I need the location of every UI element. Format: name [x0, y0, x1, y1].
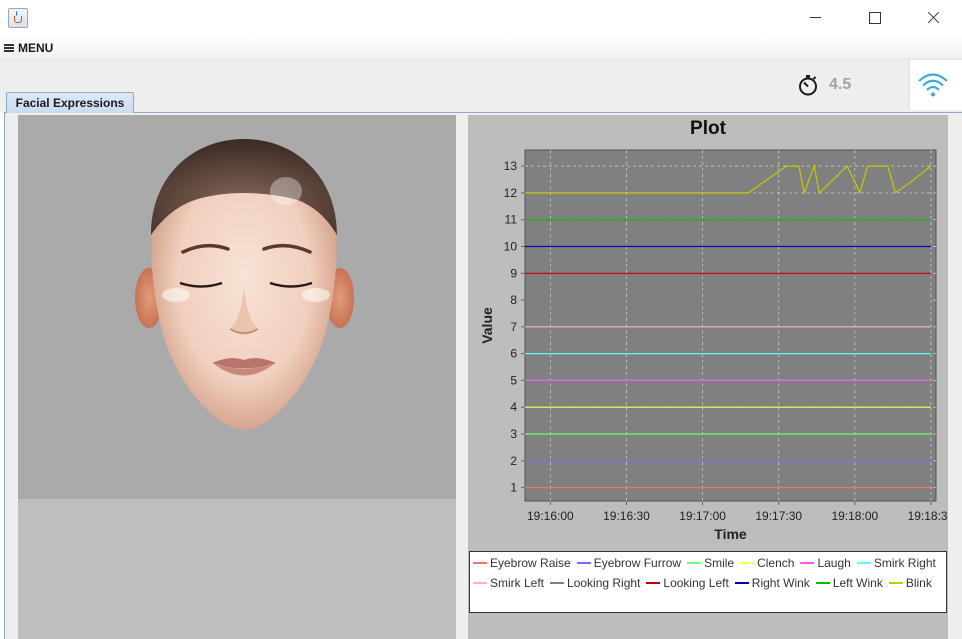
legend-swatch	[576, 562, 591, 564]
legend-label: Left Wink	[832, 576, 883, 590]
line-chart: 12345678910111213 19:16:00 19:16:30 19:17:…	[479, 149, 948, 542]
legend-label: Laugh	[817, 556, 851, 570]
legend-item: Smile	[687, 553, 734, 573]
legend-item: Looking Right	[550, 573, 640, 593]
wifi-icon	[918, 73, 948, 97]
legend-label: Right Wink	[751, 576, 810, 590]
legend-item: Left Wink	[815, 573, 883, 593]
legend-label: Blink	[905, 576, 932, 590]
x-tick-label: 19:18:30	[908, 509, 948, 523]
menu-bar: MENU	[0, 36, 962, 60]
maximize-icon[interactable]	[851, 0, 897, 36]
y-tick-label: 7	[510, 320, 517, 334]
legend-swatch	[473, 582, 487, 584]
legend-swatch	[734, 582, 749, 584]
legend-swatch	[550, 582, 565, 584]
legend-label: Eyebrow Raise	[490, 556, 571, 570]
y-tick-label: 12	[504, 186, 518, 200]
legend-swatch	[888, 582, 903, 584]
application-window: MENU 4.5 Facial Expressions Plot 1 2 3 4…	[0, 0, 962, 639]
x-tick-label: 19:16:30	[603, 509, 650, 523]
legend-item: Right Wink	[734, 573, 810, 593]
y-tick-label: 1	[510, 481, 517, 495]
y-tick-label: 4	[510, 400, 517, 414]
legend-swatch	[800, 562, 815, 564]
close-icon[interactable]	[910, 0, 956, 36]
legend-swatch	[646, 582, 661, 584]
title-bar	[0, 0, 962, 36]
chart-legend: Eyebrow Raise Eyebrow Furrow Smile Clench La…	[469, 551, 947, 613]
x-axis-label: Time	[714, 526, 747, 542]
y-tick-label: 6	[510, 347, 517, 361]
plot-area	[524, 149, 937, 502]
avatar-face-image	[135, 139, 354, 430]
y-tick-label: 5	[510, 373, 517, 387]
status-toolbar: 4.5	[0, 60, 962, 112]
x-tick-label: 19:17:30	[755, 509, 802, 523]
legend-label: Smile	[704, 556, 735, 570]
y-tick-label: 2	[510, 454, 517, 468]
legend-swatch	[740, 562, 755, 564]
y-tick-label: 8	[510, 293, 517, 307]
legend-item: Clench	[740, 553, 794, 573]
legend-label: Smirk Left	[490, 576, 545, 590]
face-view	[18, 115, 456, 499]
legend-item: Looking Left	[646, 573, 729, 593]
legend-item: Blink	[888, 573, 932, 593]
timer-value: 4.5	[829, 76, 852, 93]
y-tick-label: 11	[505, 213, 518, 227]
legend-label: Looking Right	[567, 576, 641, 590]
legend-label: Eyebrow Furrow	[593, 556, 682, 570]
minimize-icon[interactable]	[792, 0, 838, 36]
legend-item: Eyebrow Raise	[473, 553, 571, 573]
java-cup-icon	[8, 8, 28, 28]
connection-status[interactable]	[909, 60, 962, 110]
x-tick-label: 19:18:00	[831, 509, 878, 523]
legend-swatch	[856, 562, 871, 564]
hamburger-icon	[4, 44, 14, 52]
legend-label: Clench	[757, 556, 795, 570]
session-timer: 4.5	[797, 74, 851, 96]
y-tick-label: 10	[504, 239, 518, 253]
y-tick-label: 13	[504, 159, 518, 173]
y-axis-label: Value	[479, 307, 495, 344]
stopwatch-icon	[799, 75, 817, 96]
legend-item: Eyebrow Furrow	[576, 553, 682, 573]
legend-label: Looking Left	[663, 576, 729, 590]
legend-swatch	[687, 562, 702, 564]
plot-panel: Plot 1 2 3 4 5 6 7 8 9 10 11 12 13 19:16:00 19:16:30 1…	[468, 115, 948, 639]
legend-swatch	[473, 562, 487, 564]
legend-item: Smirk Left	[473, 573, 544, 593]
legend-label: Smirk Right	[873, 556, 936, 570]
menu-label: MENU	[18, 41, 54, 55]
x-tick-label: 19:17:00	[679, 509, 726, 523]
menu-button[interactable]: MENU	[4, 39, 53, 57]
legend-item: Laugh	[800, 553, 851, 573]
y-tick-label: 9	[510, 266, 517, 280]
legend-swatch	[815, 582, 830, 584]
legend-item: Smirk Right	[856, 553, 936, 573]
face-panel	[18, 115, 456, 639]
tab-facial-expressions[interactable]: Facial Expressions	[6, 92, 134, 113]
x-tick-label: 19:16:00	[527, 509, 574, 523]
y-tick-label: 3	[510, 427, 517, 441]
